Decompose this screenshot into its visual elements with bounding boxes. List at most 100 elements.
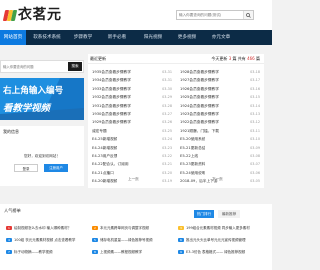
rank-badge: 6 (178, 238, 184, 242)
rank-badge: 3 (178, 226, 184, 230)
nav-item-steps[interactable]: 步骤教学 (70, 30, 96, 45)
list-item[interactable]: 1921顺藤，门槛，下载 03-11 (180, 127, 260, 135)
logo-icon (2, 8, 18, 22)
list-item[interactable]: 1924会员查看步骤教学 03-14 (180, 102, 260, 110)
list-item[interactable]: E5-21更新总结 03-09 (180, 144, 260, 152)
list-item-date: 03-21 (162, 162, 172, 167)
list-item[interactable]: 1928会员查看步骤教学 03-18 (180, 68, 260, 76)
list-item-date: 03-15 (250, 95, 260, 100)
next-page-link[interactable]: 下一页 (212, 177, 223, 182)
side-search-input[interactable] (3, 63, 65, 71)
list-item[interactable]: 1932会员查看步骤教学 03-29 (92, 93, 172, 101)
list-item[interactable]: 诚宏专题 03-25 (92, 127, 172, 135)
list-item[interactable]: E4-23用户反馈 03-22 (92, 152, 172, 160)
ranking-item[interactable]: 8 上视频素——教程视频教学 (92, 248, 142, 256)
rank-badge: 2 (92, 226, 98, 230)
tab-hot[interactable]: 热门排行 (194, 210, 214, 218)
register-button[interactable]: 注册用户 (44, 164, 68, 172)
list-item[interactable]: 1935会员查看步骤教学 03-31 (92, 68, 172, 76)
list-item[interactable]: E4-24新增视频 03-23 (92, 144, 172, 152)
stats-mid: 篇 共有 (232, 56, 246, 61)
nav-item-tech[interactable]: 软系技术系统 (30, 30, 64, 45)
list-item[interactable]: E5-24使用说明 03-06 (180, 169, 260, 177)
list-item[interactable]: 1927会员查看步骤教学 03-17 (180, 76, 260, 84)
list-item[interactable]: E4-25新增视频 03-24 (92, 135, 172, 143)
ranking-item[interactable]: 5 储存电机重量——绿色推荐号视频 (92, 236, 153, 244)
list-item-title: E4-24新增视频 (92, 145, 118, 150)
header-search-input[interactable] (179, 11, 241, 19)
nav-item-video[interactable]: 阳光视频 (140, 30, 166, 45)
list-item[interactable]: E4-21点播口 03-20 (92, 169, 172, 177)
ranking-item-title: 推出元头头比单号元元元宣传视频管理 (186, 238, 246, 242)
list-item[interactable]: E5-23更新资料 03-07 (180, 160, 260, 168)
list-item-title: 1921顺藤，门槛，下载 (180, 128, 219, 133)
list-item-title: 1926会员查看步骤教学 (180, 86, 219, 91)
ranking-item[interactable]: 9 E3-3仿色 表格格式—— 绿色推荐视频 (178, 248, 245, 256)
list-item-date: 03-31 (162, 70, 172, 74)
ranking-item[interactable]: 7 标子动物摘——教学视频 (6, 248, 53, 256)
list-item-title: 1931会员查看步骤教学 (92, 103, 131, 108)
list-item[interactable]: 1925会员查看步骤教学 03-15 (180, 93, 260, 101)
list-item-date: 03-14 (250, 103, 260, 108)
list-item-title: 1932会员查看步骤教学 (92, 95, 131, 100)
list-item-title: 1929会员查看步骤教学 (92, 120, 131, 125)
list-item-date: 03-23 (162, 145, 172, 150)
side-search: 搜索 (0, 60, 84, 73)
list-item[interactable]: 1933会员查看步骤教学 03-30 (92, 85, 172, 93)
site-name: 衣茗元 (18, 7, 62, 23)
ranking-item[interactable]: 2 本元元素跨单网页与调整字视频 (92, 224, 149, 232)
prev-page-link[interactable]: 上一页 (128, 177, 139, 182)
ranking-item-title: 储存电机重量——绿色推荐号视频 (100, 238, 153, 242)
list-item[interactable]: E5-22上线 03-08 (180, 152, 260, 160)
ranking-item[interactable]: 3 199组合元素素材视频 同步输入更多素材 (178, 224, 250, 232)
list-item-date: 03-17 (250, 78, 260, 83)
list-item-title: 1933会员查看步骤教学 (92, 86, 131, 91)
rank-badge: 4 (6, 238, 12, 242)
list-item-date: 03-09 (250, 145, 260, 150)
side-search-button[interactable]: 搜索 (68, 62, 82, 71)
latest-list-right: 1928会员查看步骤教学 03-18 1927会员查看步骤教学 03-17 1926会员… (180, 68, 260, 185)
list-item-date: 03-05 (250, 179, 260, 184)
list-item[interactable]: 1930会员查看步骤教学 03-27 (92, 110, 172, 118)
rank-badge: 5 (92, 238, 98, 242)
nav-item-articles[interactable]: 亦元文章 (208, 30, 234, 45)
list-item-title: E4-23用户反馈 (92, 153, 118, 158)
user-panel: 我的信息 您好，欢迎到访网站！ 登录 注册用户 (0, 126, 84, 186)
list-item-title: 诚宏专题 (92, 128, 107, 133)
ranking-item-title: 本元元素跨单网页与调整字视频 (100, 226, 149, 230)
login-button[interactable]: 登录 (14, 164, 38, 172)
list-item[interactable]: E5-20使用系统 03-10 (180, 135, 260, 143)
list-item[interactable]: 1926会员查看步骤教学 03-16 (180, 85, 260, 93)
ranking-item[interactable]: 4 100组 衣元元素素材视频 点击查看教学 (6, 236, 75, 244)
list-item[interactable]: 1934会员查看步骤教学 03-31 (92, 76, 172, 84)
list-item[interactable]: 1923会员查看步骤教学 03-13 (180, 110, 260, 118)
latest-updates: 最近更新 今天更新 3 篇 共有 466 篇 1935会员查看步骤教学 03-31… (88, 54, 264, 188)
rank-badge: 1 (6, 226, 12, 230)
site-logo[interactable]: 衣茗元 (2, 6, 62, 24)
list-item-date: 03-12 (250, 120, 260, 125)
ranking-item[interactable]: 6 推出元头头比单号元元元宣传视频管理 (178, 236, 246, 244)
list-item-title: 1935会员查看步骤教学 (92, 70, 131, 74)
list-item-date: 03-28 (162, 103, 172, 108)
promo-banner[interactable]: 右上角输入编号 看教学视频 (0, 78, 84, 120)
list-item[interactable]: 1922会员查看步骤教学 03-12 (180, 118, 260, 126)
header-search-button[interactable] (243, 11, 253, 19)
nav-item-more-video[interactable]: 更多视频 (174, 30, 200, 45)
list-item-date: 03-06 (250, 170, 260, 175)
list-item-date: 03-24 (162, 137, 172, 142)
list-item[interactable]: E4-22配合认，订阅用 03-21 (92, 160, 172, 168)
list-item-title: E5-24使用说明 (180, 170, 206, 175)
ranking-item[interactable]: 1 绘制视频怎么去水印 输入哪种素材？ (6, 224, 71, 232)
list-item[interactable]: 1929会员查看步骤教学 03-26 (92, 118, 172, 126)
list-item-date: 03-30 (162, 86, 172, 91)
nav-item-home[interactable]: 网站首页 (0, 30, 26, 45)
list-item-date: 03-26 (162, 120, 172, 125)
list-item-title: 1923会员查看步骤教学 (180, 111, 219, 116)
stats-prefix: 今天更新 (211, 56, 228, 61)
banner-headline: 右上角输入编号 (3, 86, 64, 96)
tab-recommended[interactable]: 最新推荐 (218, 210, 240, 218)
nav-item-beginner[interactable]: 新手必看 (104, 30, 130, 45)
list-item-date: 03-10 (250, 137, 260, 142)
site-header: 衣茗元 (0, 0, 272, 30)
list-item[interactable]: 1931会员查看步骤教学 03-28 (92, 102, 172, 110)
